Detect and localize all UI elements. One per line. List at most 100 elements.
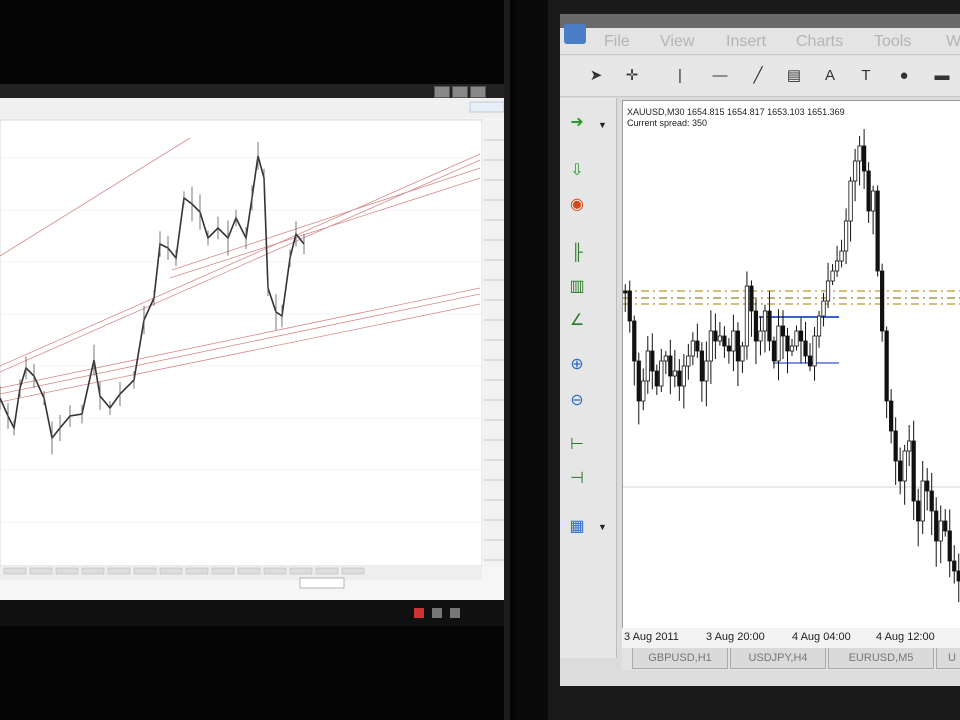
time-axis-label (159, 567, 183, 575)
candle-body (780, 325, 786, 337)
bar-chart-icon[interactable]: ╟ (566, 242, 588, 264)
auto-scroll-icon[interactable]: ⊣ (566, 468, 588, 490)
price-axis (482, 120, 506, 566)
candle-body (767, 310, 772, 342)
menu-insert[interactable]: Insert (726, 33, 766, 51)
time-axis: 3 Aug 2011 3 Aug 20:00 4 Aug 04:00 4 Aug… (622, 628, 960, 649)
vertical-line-icon[interactable]: | (670, 66, 690, 86)
tab-gbpusd[interactable]: GBPUSD,H1 (632, 648, 728, 669)
candle-body (668, 355, 673, 377)
chart-shift-icon[interactable]: ⊢ (566, 434, 588, 456)
candle-body (699, 350, 704, 382)
maximize-icon[interactable] (452, 86, 468, 98)
candle-body (627, 290, 632, 322)
candle-body (695, 340, 700, 352)
time-axis-label (29, 567, 53, 575)
time-axis-label (289, 567, 313, 575)
monitor-bezel (504, 0, 510, 720)
periods-icon[interactable]: ▦ (566, 516, 588, 538)
time-axis-label (81, 567, 105, 575)
close-icon[interactable] (470, 86, 486, 98)
app-icon (564, 24, 586, 44)
candle-body (749, 285, 754, 312)
ellipse-icon[interactable]: ● (894, 66, 914, 86)
menu-tools[interactable]: Tools (874, 33, 911, 51)
candle-body (722, 335, 727, 347)
new-chart-icon[interactable]: ➜ (566, 112, 588, 134)
candle-body (884, 330, 889, 402)
candle-body (645, 350, 650, 382)
xauusd-chart[interactable]: XAUUSD,M30 1654.815 1654.817 1653.103 16… (622, 100, 960, 630)
trendline-icon[interactable]: ╱ (748, 66, 768, 86)
tab-usdjpy[interactable]: USDJPY,H4 (730, 648, 826, 669)
new-order-icon[interactable]: ⇩ (566, 160, 588, 182)
line-chart-icon[interactable]: ∠ (566, 310, 588, 332)
candle-body (830, 270, 835, 282)
candle-body (907, 440, 912, 452)
candle-body (663, 355, 668, 362)
candle-body (785, 335, 790, 352)
time-axis-label (315, 567, 339, 575)
chevron-down-icon[interactable]: ▼ (598, 120, 607, 130)
candlestick-icon[interactable]: ▥ (566, 276, 588, 298)
menu-file[interactable]: File (604, 33, 630, 51)
expert-advisors-icon[interactable]: ◉ (566, 194, 588, 216)
candle-body (916, 500, 921, 522)
minimize-icon[interactable] (434, 86, 450, 98)
candle-body (848, 180, 853, 222)
candle-body (798, 330, 804, 342)
text-icon[interactable]: A (820, 66, 840, 86)
candle-body (708, 330, 713, 362)
candle-body (857, 145, 862, 162)
zoom-in-icon[interactable]: ⊕ (566, 354, 588, 376)
speaker-icon (432, 608, 442, 618)
candle-body (713, 330, 718, 342)
candle-body (952, 560, 957, 572)
candle-body (654, 370, 659, 387)
candle-body (925, 480, 930, 492)
time-axis-label (185, 567, 209, 575)
crosshair-icon[interactable]: ✛ (622, 66, 642, 86)
candle-body (641, 380, 646, 402)
menu-charts[interactable]: Charts (796, 33, 843, 51)
label-icon[interactable]: T (856, 66, 876, 86)
cursor-icon[interactable]: ➤ (586, 66, 606, 86)
chart-tabs: GBPUSD,H1 USDJPY,H4 EURUSD,M5 U (622, 648, 960, 670)
time-axis-label (55, 567, 79, 575)
candle-body (758, 330, 763, 342)
candle-body (843, 220, 849, 252)
rectangle-icon[interactable]: ▬ (932, 66, 952, 86)
left-toolbar: ➜ ▼ ⇩ ◉ ╟ ▥ ∠ ⊕ ⊖ ⊢ ⊣ ▦ ▼ (560, 98, 617, 658)
tab-more[interactable]: U (936, 648, 960, 669)
candle-body (789, 345, 795, 352)
channel-icon[interactable]: ▤ (784, 66, 804, 86)
candle-body (880, 270, 885, 332)
menu-window[interactable]: W (946, 33, 960, 51)
tab (299, 577, 345, 589)
x-axis-label: 3 Aug 20:00 (706, 631, 765, 643)
current-spread: Current spread: 350 (627, 118, 708, 128)
time-axis-label (341, 567, 365, 575)
x-axis-label: 3 Aug 2011 (624, 631, 679, 643)
x-axis-label: 4 Aug 12:00 (876, 631, 935, 643)
window-toolbar (0, 98, 508, 118)
chevron-down-icon[interactable]: ▼ (598, 522, 607, 532)
menu-view[interactable]: View (660, 33, 694, 51)
candlestick-chart (623, 129, 960, 603)
candle-body (659, 360, 664, 387)
candle-body (672, 370, 677, 377)
time-axis-label (211, 567, 235, 575)
time-axis-label (3, 567, 27, 575)
candle-body (866, 170, 871, 212)
candle-body (717, 335, 723, 342)
candle-body (861, 145, 867, 172)
candle-body (893, 430, 898, 462)
zoom-out-icon[interactable]: ⊖ (566, 390, 588, 412)
time-axis-label (107, 567, 131, 575)
tab-eurusd[interactable]: EURUSD,M5 (828, 648, 934, 669)
candle-body (839, 250, 844, 262)
candle-body (834, 260, 840, 272)
drawing-toolbar: ➤ ✛ | — ╱ ▤ A T ● ▬ (560, 56, 960, 97)
horizontal-line-icon[interactable]: — (710, 66, 730, 86)
candle-body (677, 370, 682, 387)
